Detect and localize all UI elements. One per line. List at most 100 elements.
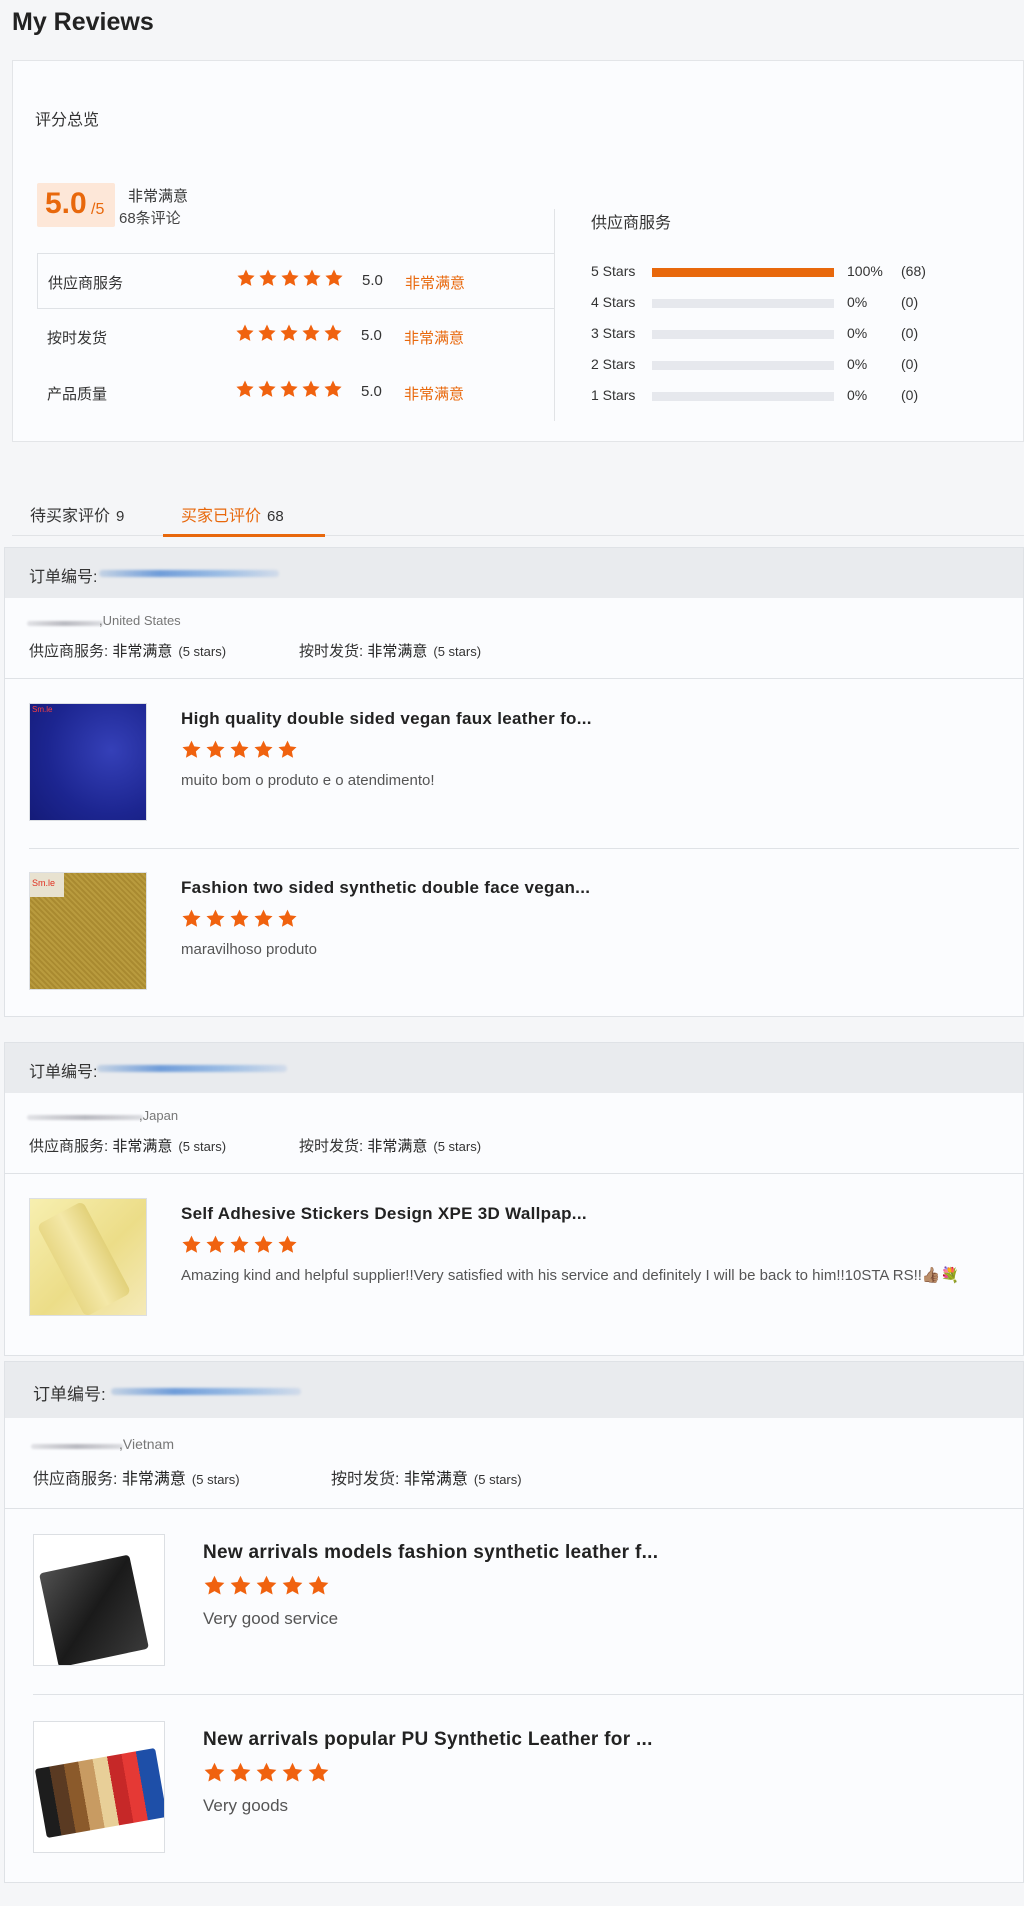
distribution-bar	[652, 392, 834, 401]
tab-count: 68	[267, 508, 284, 525]
thumbnail-roll	[36, 1200, 132, 1315]
star-icon	[325, 269, 343, 286]
review-tabs: 待买家评价 9 买家已评价 68	[12, 490, 1024, 537]
star-icon	[308, 1762, 329, 1782]
tab-pending-reviews[interactable]: 待买家评价 9	[30, 502, 124, 526]
rating-row-stars	[235, 379, 343, 399]
star-icon	[303, 269, 321, 286]
star-icon	[324, 380, 342, 397]
order-header: 订单编号:	[5, 548, 1023, 598]
distribution-label: 4 Stars	[591, 294, 636, 310]
divider	[5, 678, 1023, 679]
review-count: 68条评论	[119, 210, 181, 227]
product-thumbnail[interactable]	[33, 1721, 165, 1853]
thumbnail-leather	[39, 1554, 149, 1665]
star-icon	[182, 909, 201, 927]
rating-row: 按时发货 5.0 非常满意	[37, 309, 555, 365]
star-icon	[256, 1762, 277, 1782]
buyer-name-redacted	[27, 621, 103, 626]
tab-count: 9	[116, 508, 125, 525]
divider	[33, 1694, 1023, 1695]
star-icon	[324, 324, 342, 341]
divider	[29, 848, 1019, 849]
buyer-name-redacted	[31, 1444, 123, 1449]
rating-row-label: 产品质量	[47, 386, 108, 403]
rating-row-score: 5.0	[361, 383, 382, 400]
buyer-name-redacted	[27, 1115, 143, 1120]
review-comment: Amazing kind and helpful supplier!!Very …	[181, 1267, 960, 1284]
product-stars	[203, 1574, 330, 1597]
order-header: 订单编号:	[5, 1362, 1023, 1418]
distribution-count: (0)	[901, 387, 919, 403]
distribution-percent: 0%	[847, 294, 868, 310]
distribution-count: (0)	[901, 294, 919, 310]
star-icon	[230, 1575, 251, 1595]
rating-row-stars	[236, 268, 344, 288]
overall-score: 5.0	[45, 187, 87, 220]
review-comment: Very good service	[203, 1609, 339, 1628]
review-comment: maravilhoso produto	[181, 941, 317, 958]
star-icon	[236, 380, 254, 397]
product-thumbnail[interactable]: Sm.le	[29, 872, 147, 990]
star-icon	[302, 324, 320, 341]
rating-row-score: 5.0	[361, 327, 382, 344]
star-icon	[282, 1762, 303, 1782]
product-thumbnail[interactable]: Sm.le	[29, 703, 147, 821]
distribution-row: 5 Stars 100% (68)	[591, 261, 991, 281]
active-tab-indicator	[163, 534, 325, 537]
product-stars	[181, 739, 298, 760]
order-number-label: 订单编号:	[29, 1064, 98, 1081]
star-icon	[278, 1235, 297, 1253]
distribution-label: 5 Stars	[591, 263, 636, 279]
product-title[interactable]: Fashion two sided synthetic double face …	[181, 878, 590, 898]
star-icon	[280, 324, 298, 341]
product-title[interactable]: New arrivals models fashion synthetic le…	[203, 1542, 658, 1564]
star-icon	[282, 1575, 303, 1595]
product-stars	[181, 1234, 298, 1255]
star-icon	[206, 909, 225, 927]
order-number-redacted	[111, 1388, 301, 1395]
product-title[interactable]: Self Adhesive Stickers Design XPE 3D Wal…	[181, 1204, 587, 1224]
divider	[5, 1508, 1023, 1509]
rating-row-label: 按时发货	[47, 330, 108, 347]
product-title[interactable]: High quality double sided vegan faux lea…	[181, 709, 592, 729]
rating-row-score: 5.0	[362, 272, 383, 289]
order-card: 订单编号: ,Japan 供应商服务: 非常满意 (5 stars) 按时发货: …	[4, 1042, 1024, 1356]
overall-score-badge: 5.0 /5	[37, 183, 115, 227]
star-icon	[278, 740, 297, 758]
tab-label: 待买家评价	[30, 508, 111, 525]
overall-score-text: 非常满意	[128, 188, 189, 205]
product-title[interactable]: New arrivals popular PU Synthetic Leathe…	[203, 1729, 653, 1751]
order-header: 订单编号:	[5, 1043, 1023, 1093]
star-icon	[302, 380, 320, 397]
product-thumbnail[interactable]	[29, 1198, 147, 1316]
product-thumbnail[interactable]	[33, 1534, 165, 1666]
on-time-delivery-rating: 按时发货: 非常满意 (5 stars)	[331, 1471, 522, 1488]
rating-row: 供应商服务 5.0 非常满意	[37, 253, 555, 309]
buyer-country: ,United States	[99, 613, 181, 628]
thumbnail-swatches	[34, 1747, 164, 1839]
tab-label: 买家已评价	[181, 508, 262, 525]
overall-score-max: /5	[91, 201, 105, 218]
on-time-delivery-rating: 按时发货: 非常满意 (5 stars)	[299, 1138, 482, 1155]
distribution-count: (0)	[901, 325, 919, 341]
overview-divider	[554, 209, 555, 421]
distribution-row: 2 Stars 0% (0)	[591, 354, 991, 374]
star-icon	[308, 1575, 329, 1595]
star-icon	[204, 1575, 225, 1595]
distribution-row: 1 Stars 0% (0)	[591, 385, 991, 405]
star-icon	[254, 909, 273, 927]
thumbnail-watermark: Sm.le	[32, 705, 53, 714]
star-icon	[278, 909, 297, 927]
distribution-count: (68)	[901, 263, 926, 279]
supplier-service-rating: 供应商服务: 非常满意 (5 stars)	[29, 1138, 227, 1155]
product-stars	[203, 1761, 330, 1784]
star-icon	[281, 269, 299, 286]
order-number-redacted	[97, 1065, 287, 1072]
rating-row-status: 非常满意	[404, 330, 465, 347]
thumbnail-watermark: Sm.le	[32, 878, 56, 888]
order-card: 订单编号: ,Vietnam 供应商服务: 非常满意 (5 stars) 按时发货…	[4, 1361, 1024, 1883]
tab-reviewed[interactable]: 买家已评价 68	[181, 502, 284, 526]
order-number-label: 订单编号:	[29, 569, 98, 586]
distribution-bar	[652, 268, 834, 277]
